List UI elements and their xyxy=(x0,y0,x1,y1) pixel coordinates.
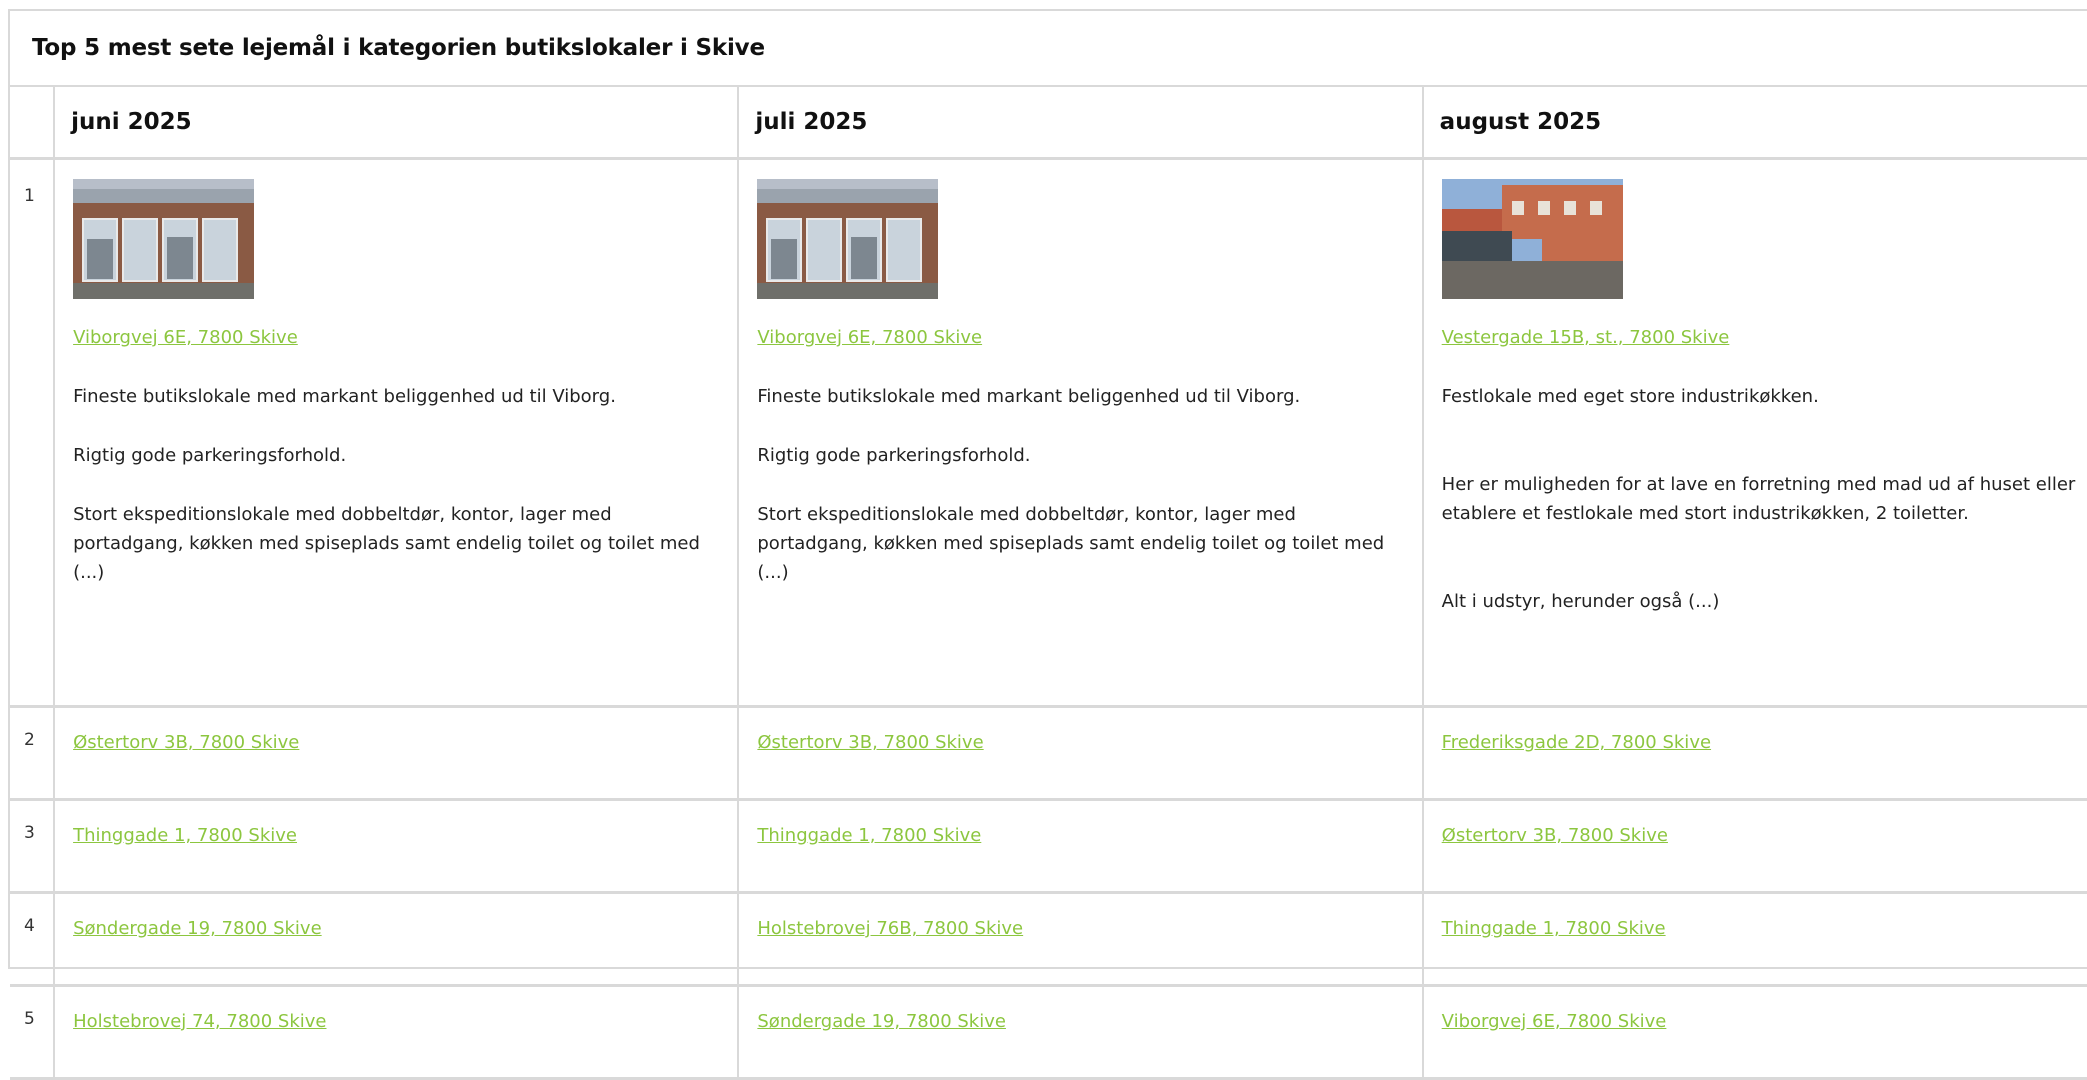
description-paragraph: Stort ekspeditionslokale med dobbeltdør,… xyxy=(73,504,700,583)
listing-address-link[interactable]: Holstebrovej 74, 7800 Skive xyxy=(73,1011,326,1032)
listing-cell: Holstebrovej 74, 7800 Skive xyxy=(54,985,740,1080)
month-header: juli 2025 xyxy=(738,87,1424,160)
top5-widget: Top 5 mest sete lejemål i kategorien but… xyxy=(8,9,2087,1080)
listing-photo[interactable] xyxy=(73,179,255,299)
listing-address-link[interactable]: Thinggade 1, 7800 Skive xyxy=(757,825,981,846)
month-header: juni 2025 xyxy=(54,87,740,160)
listing-cell: Viborgvej 6E, 7800 Skive Fineste butiksl… xyxy=(738,158,1424,708)
table-row: 5 Holstebrovej 74, 7800 Skive Søndergade… xyxy=(10,985,2087,1080)
rank-number: 5 xyxy=(10,985,56,1080)
table-row: 2 Østertorv 3B, 7800 Skive Østertorv 3B,… xyxy=(10,706,2087,801)
rank-number: 2 xyxy=(10,706,56,801)
table-row: 1 Viborgvej 6E, 7800 Skive Fineste butik… xyxy=(10,158,2087,708)
listing-cell: Frederiksgade 2D, 7800 Skive xyxy=(1422,706,2087,801)
table-header-row: juni 2025 juli 2025 august 2025 xyxy=(10,87,2087,160)
listing-address-link[interactable]: Østertorv 3B, 7800 Skive xyxy=(73,732,299,753)
listing-address-link[interactable]: Østertorv 3B, 7800 Skive xyxy=(1442,825,1668,846)
description-paragraph: Rigtig gode parkeringsforhold. xyxy=(73,445,347,466)
description-paragraph: Fineste butikslokale med markant beligge… xyxy=(73,386,616,407)
rank-number: 1 xyxy=(10,158,56,708)
listing-cell: Vestergade 15B, st., 7800 Skive Festloka… xyxy=(1422,158,2087,708)
listing-cell: Østertorv 3B, 7800 Skive xyxy=(54,706,740,801)
listing-address-link[interactable]: Søndergade 19, 7800 Skive xyxy=(757,1011,1006,1032)
listing-photo[interactable] xyxy=(757,179,939,299)
listing-address-link[interactable]: Østertorv 3B, 7800 Skive xyxy=(757,732,983,753)
table-row: 3 Thinggade 1, 7800 Skive Thinggade 1, 7… xyxy=(10,799,2087,894)
description-paragraph: Festlokale med eget store industrikøkken… xyxy=(1441,386,1819,407)
listing-cell: Østertorv 3B, 7800 Skive xyxy=(1422,799,2087,894)
listing-cell: Østertorv 3B, 7800 Skive xyxy=(738,706,1424,801)
description-paragraph: Alt i udstyr, herunder også (...) xyxy=(1441,591,1720,612)
listing-description: Fineste butikslokale med markant beligge… xyxy=(757,382,1403,587)
listing-address-link[interactable]: Vestergade 15B, st., 7800 Skive xyxy=(1442,327,1730,348)
listing-address-link[interactable]: Søndergade 19, 7800 Skive xyxy=(73,918,322,939)
listing-address-link[interactable]: Viborgvej 6E, 7800 Skive xyxy=(73,327,298,348)
description-paragraph: Rigtig gode parkeringsforhold. xyxy=(757,445,1031,466)
listing-cell: Thinggade 1, 7800 Skive xyxy=(1422,892,2087,987)
listing-address-link[interactable]: Viborgvej 6E, 7800 Skive xyxy=(1442,1011,1667,1032)
listing-cell: Søndergade 19, 7800 Skive xyxy=(738,985,1424,1080)
listing-cell: Thinggade 1, 7800 Skive xyxy=(738,799,1424,894)
listing-address-link[interactable]: Thinggade 1, 7800 Skive xyxy=(73,825,297,846)
listing-cell: Viborgvej 6E, 7800 Skive xyxy=(1422,985,2087,1080)
listing-description: Fineste butikslokale med markant beligge… xyxy=(73,382,719,587)
description-paragraph: Her er muligheden for at lave en forretn… xyxy=(1441,474,2076,524)
table-row: 4 Søndergade 19, 7800 Skive Holstebrovej… xyxy=(10,892,2087,987)
listing-cell: Thinggade 1, 7800 Skive xyxy=(54,799,740,894)
listing-description: Festlokale med eget store industrikøkken… xyxy=(1442,382,2087,616)
widget-title: Top 5 mest sete lejemål i kategorien but… xyxy=(32,35,765,61)
rank-number: 4 xyxy=(10,892,56,987)
listing-photo[interactable] xyxy=(1441,179,1623,299)
month-header: august 2025 xyxy=(1422,87,2087,160)
listing-address-link[interactable]: Thinggade 1, 7800 Skive xyxy=(1442,918,1666,939)
rank-column-header xyxy=(10,87,56,160)
description-paragraph: Fineste butikslokale med markant beligge… xyxy=(757,386,1301,407)
listing-address-link[interactable]: Viborgvej 6E, 7800 Skive xyxy=(757,327,982,348)
listing-address-link[interactable]: Holstebrovej 76B, 7800 Skive xyxy=(757,918,1023,939)
description-paragraph: Stort ekspeditionslokale med dobbeltdør,… xyxy=(757,504,1385,583)
listing-address-link[interactable]: Frederiksgade 2D, 7800 Skive xyxy=(1442,732,1711,753)
listing-cell: Holstebrovej 76B, 7800 Skive xyxy=(738,892,1424,987)
listing-cell: Viborgvej 6E, 7800 Skive Fineste butiksl… xyxy=(54,158,740,708)
rank-number: 3 xyxy=(10,799,56,894)
listing-cell: Søndergade 19, 7800 Skive xyxy=(54,892,740,987)
ranking-table: juni 2025 juli 2025 august 2025 1 Viborg… xyxy=(10,87,2087,1080)
widget-header: Top 5 mest sete lejemål i kategorien but… xyxy=(10,11,2087,87)
